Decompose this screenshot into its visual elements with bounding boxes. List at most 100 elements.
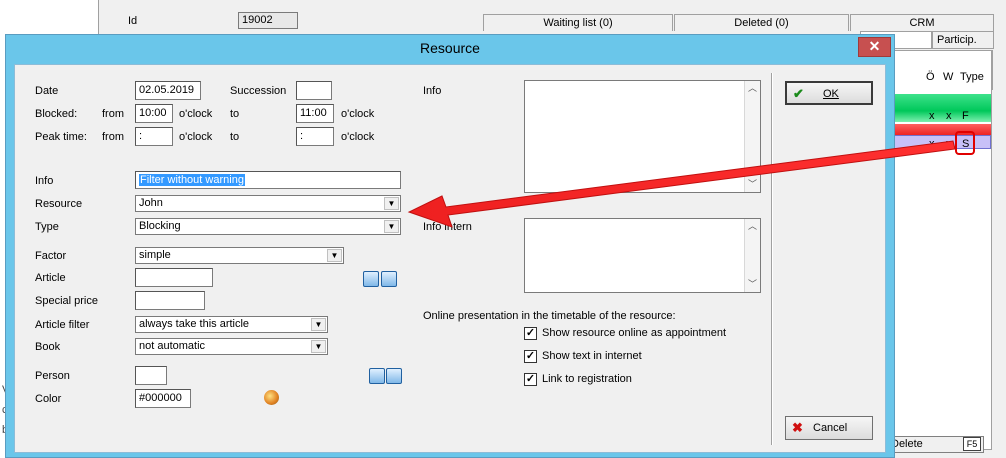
highlight-box: [955, 131, 975, 155]
show-text-checkbox[interactable]: ✓: [524, 350, 537, 363]
scroll-up-icon[interactable]: ︿: [745, 219, 760, 234]
info-intern-memo[interactable]: ︿ ﹀: [524, 218, 761, 293]
table-icon[interactable]: [369, 368, 385, 384]
id-field[interactable]: 19002: [238, 12, 298, 29]
blocked-to-oclock: o'clock: [341, 108, 375, 120]
scroll-up-icon[interactable]: ︿: [745, 81, 760, 96]
dialog-client-area: Date 02.05.2019 Succession Blocked: from…: [14, 64, 886, 453]
show-online-checkbox[interactable]: ✓: [524, 327, 537, 340]
grid-row-1[interactable]: [893, 94, 991, 122]
blocked-from-oclock: o'clock: [179, 108, 213, 120]
factor-value: simple: [139, 249, 171, 261]
succession-input[interactable]: [296, 81, 332, 100]
date-input[interactable]: 02.05.2019: [135, 81, 201, 100]
peak-to-input[interactable]: :: [296, 127, 334, 146]
type-label: Type: [35, 221, 59, 233]
article-filter-select[interactable]: always take this article ▼: [135, 316, 328, 333]
special-price-input[interactable]: [135, 291, 205, 310]
f5-key-icon: F5: [963, 437, 981, 451]
grid-cell: x: [946, 138, 952, 150]
blocked-to-input[interactable]: 11:00: [296, 104, 334, 123]
search-icon[interactable]: [386, 368, 402, 384]
table-icon[interactable]: [363, 271, 379, 287]
info-intern-label: Info intern: [423, 221, 472, 233]
person-input[interactable]: [135, 366, 167, 385]
grid-header-w: W: [943, 71, 954, 83]
color-label: Color: [35, 393, 62, 405]
article-filter-value: always take this article: [139, 318, 250, 330]
blocked-label: Blocked:: [35, 108, 78, 120]
close-button[interactable]: ✕: [858, 37, 891, 57]
grid-header-type: Type: [960, 71, 984, 83]
info-memo[interactable]: ︿ ﹀: [524, 80, 761, 193]
resource-select[interactable]: John ▼: [135, 195, 401, 212]
memo-scrollbar[interactable]: ︿ ﹀: [744, 219, 760, 292]
peak-to-oclock: o'clock: [341, 131, 375, 143]
grid-cell: x: [929, 138, 935, 150]
book-select[interactable]: not automatic ▼: [135, 338, 328, 355]
grid-row-2-selection: [893, 135, 991, 149]
resource-dialog: Resource ✕ Date 02.05.2019 Succession Bl…: [5, 34, 895, 458]
right-scrollbar[interactable]: [992, 50, 1006, 90]
color-input[interactable]: #000000: [135, 389, 191, 408]
chevron-down-icon: ▼: [327, 249, 342, 262]
book-label: Book: [35, 341, 61, 353]
info-right-label: Info: [423, 85, 442, 97]
show-online-label: Show resource online as appointment: [542, 327, 727, 339]
article-input[interactable]: [135, 268, 213, 287]
grid-cell: F: [962, 110, 969, 122]
grid-header-o: Ö: [926, 71, 935, 83]
palette-icon[interactable]: [264, 390, 279, 405]
scroll-down-icon[interactable]: ﹀: [745, 177, 760, 192]
person-label: Person: [35, 370, 70, 382]
peak-from-label: from: [102, 131, 124, 143]
tab-waiting-list[interactable]: Waiting list (0): [483, 14, 673, 31]
ok-label: OK: [823, 88, 839, 100]
peak-time-label: Peak time:: [35, 131, 87, 143]
ok-button[interactable]: ✔ OK: [785, 81, 873, 105]
peak-from-input[interactable]: :: [135, 127, 173, 146]
factor-select[interactable]: simple ▼: [135, 247, 344, 264]
scroll-down-icon[interactable]: ﹀: [745, 277, 760, 292]
id-label: Id: [128, 15, 138, 27]
dialog-title: Resource: [420, 40, 480, 56]
blocked-from-input[interactable]: 10:00: [135, 104, 173, 123]
resource-label: Resource: [35, 198, 83, 210]
peak-to-label: to: [230, 131, 240, 143]
cancel-label: Cancel: [813, 422, 848, 434]
grid-cell: x: [946, 110, 952, 122]
info-input[interactable]: Filter without warning: [135, 171, 401, 189]
article-filter-label: Article filter: [35, 319, 90, 331]
link-registration-label: Link to registration: [542, 373, 632, 385]
online-presentation-heading: Online presentation in the timetable of …: [423, 310, 676, 322]
type-value: Blocking: [139, 220, 181, 232]
vertical-separator: [771, 73, 773, 445]
date-label: Date: [35, 85, 59, 97]
blocked-to-label: to: [230, 108, 240, 120]
link-registration-checkbox[interactable]: ✓: [524, 373, 537, 386]
article-label: Article: [35, 272, 66, 284]
search-icon[interactable]: [381, 271, 397, 287]
tab-participants[interactable]: Particip. (0): [932, 31, 994, 62]
cancel-button[interactable]: ✖ Cancel: [785, 416, 873, 440]
chevron-down-icon: ▼: [384, 197, 399, 210]
info-label: Info: [35, 175, 54, 187]
chevron-down-icon: ▼: [311, 318, 326, 331]
special-price-label: Special price: [35, 295, 98, 307]
factor-label: Factor: [35, 250, 67, 262]
book-value: not automatic: [139, 340, 206, 352]
info-selected-text: Filter without warning: [139, 174, 245, 186]
resource-value: John: [139, 197, 163, 209]
succession-label: Succession: [230, 85, 287, 97]
close-icon: ✕: [868, 38, 881, 54]
type-select[interactable]: Blocking ▼: [135, 218, 401, 235]
blocked-from-label: from: [102, 108, 124, 120]
peak-from-oclock: o'clock: [179, 131, 213, 143]
grid-cell: x: [929, 110, 935, 122]
cancel-x-icon: ✖: [792, 420, 803, 435]
tab-crm[interactable]: CRM: [850, 14, 994, 31]
memo-scrollbar[interactable]: ︿ ﹀: [744, 81, 760, 192]
chevron-down-icon: ▼: [384, 220, 399, 233]
tab-deleted[interactable]: Deleted (0): [674, 14, 849, 31]
chevron-down-icon: ▼: [311, 340, 326, 353]
